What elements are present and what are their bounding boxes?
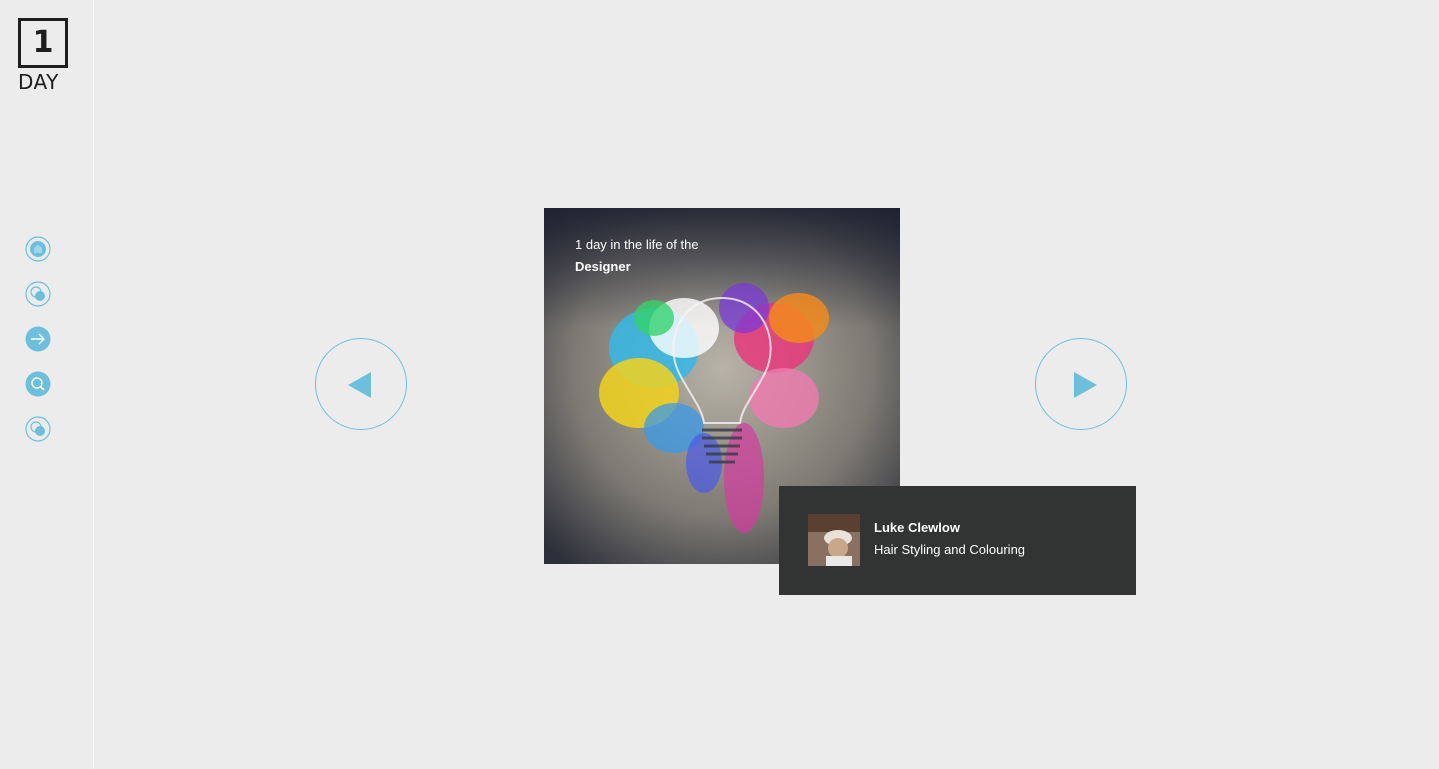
nav-layers-1[interactable] xyxy=(25,281,51,307)
triangle-left-icon xyxy=(348,372,371,398)
sidebar-nav xyxy=(25,236,51,442)
next-button[interactable] xyxy=(1035,338,1127,430)
nav-search[interactable] xyxy=(25,371,51,397)
person-title: Hair Styling and Colouring xyxy=(874,542,1026,557)
nav-home[interactable] xyxy=(25,236,51,262)
card-caption: 1 day in the life of the xyxy=(575,237,699,252)
layers-icon xyxy=(25,416,51,442)
card-role: Designer xyxy=(575,259,631,274)
search-icon xyxy=(25,371,51,397)
arrow-right-icon xyxy=(25,326,51,352)
avatar-image xyxy=(808,514,860,566)
avatar xyxy=(808,514,860,566)
person-info-box[interactable]: Luke Clewlow Hair Styling and Colouring xyxy=(779,486,1136,595)
logo[interactable]: 1 DAY xyxy=(18,18,68,92)
nav-layers-2[interactable] xyxy=(25,416,51,442)
logo-box: 1 xyxy=(18,18,68,68)
sidebar: 1 DAY xyxy=(0,0,94,769)
logo-text: DAY xyxy=(18,70,59,94)
person-name: Luke Clewlow xyxy=(874,520,960,535)
nav-forward[interactable] xyxy=(25,326,51,352)
prev-button[interactable] xyxy=(315,338,407,430)
triangle-right-icon xyxy=(1074,372,1097,398)
card-title: 1 day in the life of the Designer xyxy=(575,234,699,278)
home-icon xyxy=(25,236,51,262)
layers-icon xyxy=(25,281,51,307)
